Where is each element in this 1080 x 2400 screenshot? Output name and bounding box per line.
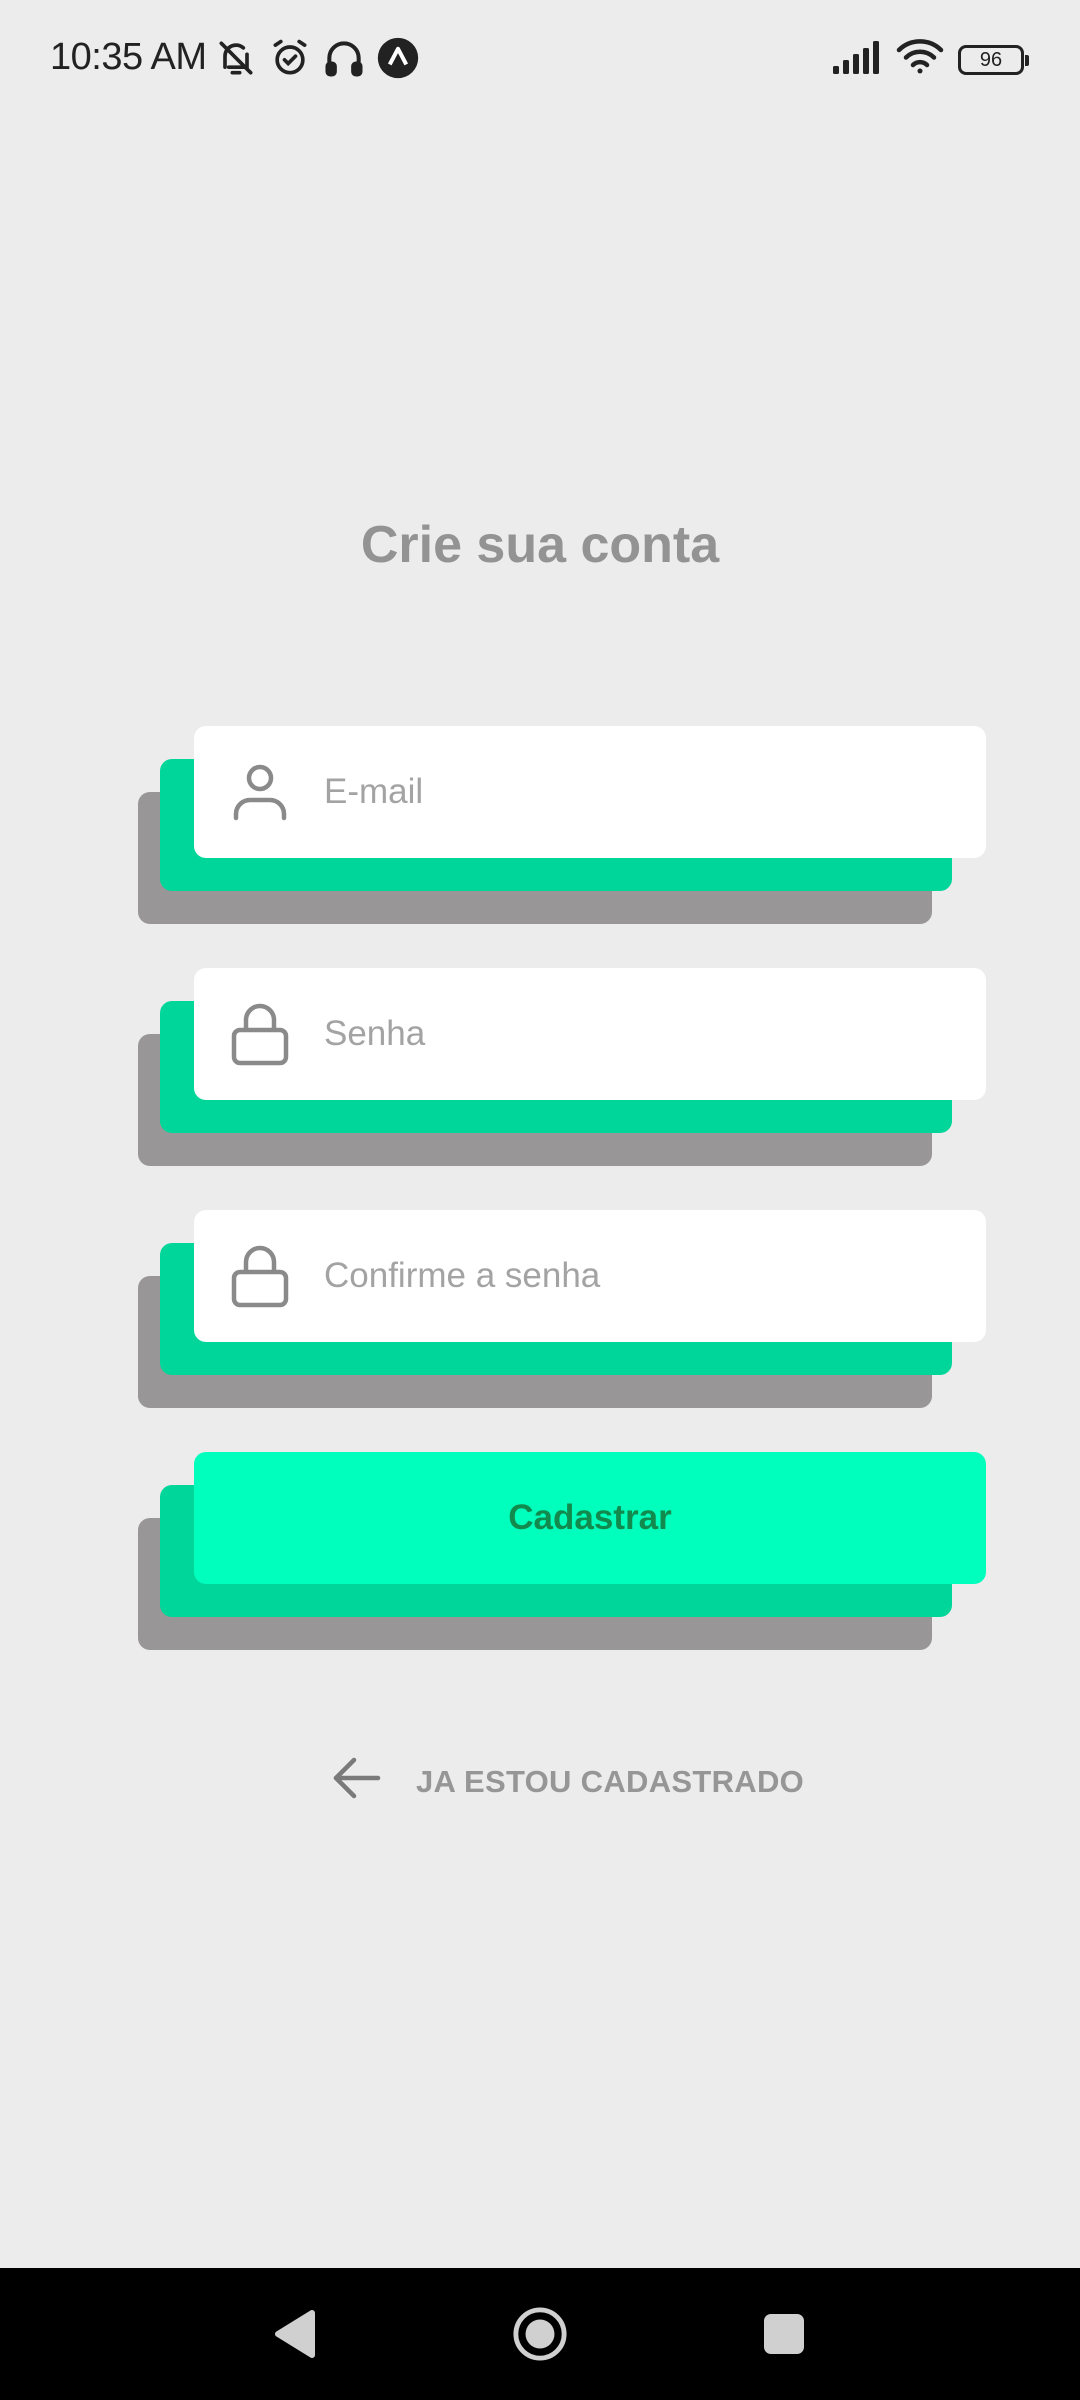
signal-icon (832, 40, 882, 79)
back-triangle-icon[interactable] (266, 2306, 322, 2362)
confirm-password-field-group (138, 1210, 986, 1408)
arrow-left-icon (330, 1752, 382, 1812)
screen: 10:35 AM 96 Crie sua conta E-mail Cadast… (0, 0, 1080, 2400)
already-registered-label: JA ESTOU CADASTRADO (416, 1764, 805, 1799)
status-time: 10:35 AM (50, 36, 207, 78)
alarm-icon (268, 36, 312, 85)
already-registered-link[interactable]: JA ESTOU CADASTRADO (330, 1752, 804, 1812)
recents-square-icon[interactable] (756, 2306, 812, 2362)
email-input[interactable] (324, 772, 944, 812)
status-icons-right: 96 (832, 38, 1029, 81)
status-icons-left (214, 36, 420, 85)
confirm-password-field[interactable] (194, 1210, 986, 1342)
home-circle-icon[interactable] (512, 2306, 568, 2362)
lock-icon (230, 1003, 290, 1066)
app-notification-icon (376, 36, 420, 85)
submit-button[interactable]: Cadastrar (194, 1452, 986, 1584)
status-bar: 10:35 AM 96 (0, 0, 1080, 120)
navigation-bar (0, 2268, 1080, 2400)
password-field[interactable] (194, 968, 986, 1100)
email-field[interactable] (194, 726, 986, 858)
bell-muted-icon (214, 36, 258, 85)
battery-icon: 96 (958, 44, 1029, 75)
submit-button-group: Cadastrar (138, 1452, 986, 1650)
password-input[interactable] (324, 1014, 944, 1054)
email-field-group (138, 726, 986, 924)
confirm-password-input[interactable] (324, 1256, 944, 1296)
headphones-icon (322, 36, 366, 85)
page-title: Crie sua conta (360, 516, 720, 574)
wifi-icon (896, 38, 944, 81)
lock-icon (230, 1245, 290, 1308)
user-icon (230, 762, 290, 822)
password-field-group (138, 968, 986, 1166)
